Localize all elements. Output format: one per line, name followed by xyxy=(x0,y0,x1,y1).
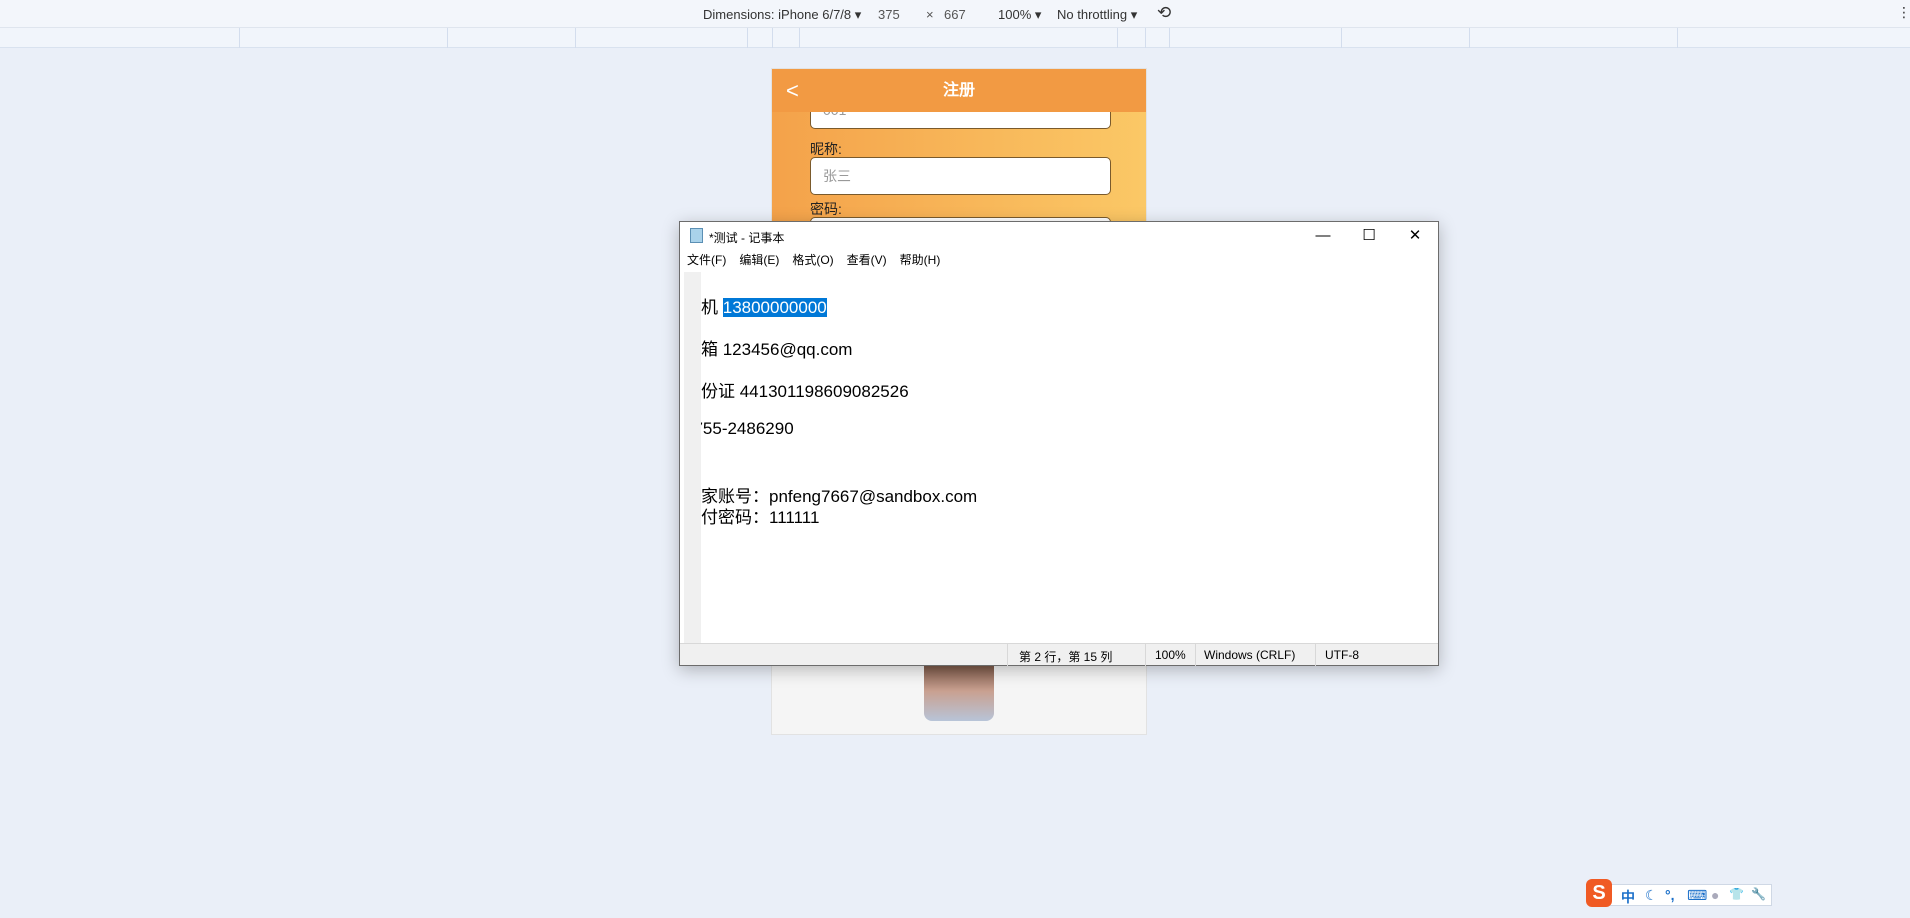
sogou-logo[interactable]: S xyxy=(1586,879,1612,907)
rotate-icon[interactable]: ⟲ xyxy=(1157,3,1171,23)
maximize-button[interactable]: ☐ xyxy=(1346,222,1392,249)
status-bar: 第 2 行，第 15 列 100% Windows (CRLF) UTF-8 xyxy=(680,643,1438,666)
password-label: 密码: xyxy=(810,201,842,217)
menu-help[interactable]: 帮助(H) xyxy=(900,253,941,267)
menu-bar: 文件(F) 编辑(E) 格式(O) 查看(V) 帮助(H) xyxy=(680,249,1438,271)
menu-view[interactable]: 查看(V) xyxy=(847,253,887,267)
zoom-level: 100% xyxy=(1155,648,1186,662)
notepad-window: *测试 - 记事本 — ☐ ✕ 文件(F) 编辑(E) 格式(O) 查看(V) 帮助(H… xyxy=(679,221,1439,666)
ime-toolbar: 中 ☾ °, ⌨ ● 👕 🔧 xyxy=(1598,884,1772,906)
line-ending: Windows (CRLF) xyxy=(1204,648,1296,662)
id-line: 身份证 441301198609082526 xyxy=(684,382,909,401)
device-select[interactable]: Dimensions: iPhone 6/7/8 ▾ xyxy=(703,7,861,23)
text-area[interactable]: 手机 13800000000 邮箱 123456@qq.com 身份证 4413… xyxy=(680,272,1438,643)
encoding: UTF-8 xyxy=(1325,648,1359,662)
close-button[interactable]: ✕ xyxy=(1392,222,1438,249)
settings-icon[interactable]: 🔧 xyxy=(1751,887,1766,901)
title-bar[interactable]: *测试 - 记事本 — ☐ ✕ xyxy=(680,222,1438,249)
times-label: × xyxy=(926,7,934,22)
punctuation-icon[interactable]: °, xyxy=(1665,887,1675,903)
vertical-scrollbar[interactable] xyxy=(684,272,701,643)
selected-text[interactable]: 13800000000 xyxy=(722,298,827,317)
user-icon[interactable]: ● xyxy=(1711,887,1719,903)
width-input[interactable]: 375 xyxy=(878,7,900,22)
throttling-select[interactable]: No throttling ▾ xyxy=(1057,7,1137,23)
skin-icon[interactable]: 👕 xyxy=(1729,887,1744,901)
page-title: 注册 xyxy=(942,82,975,99)
menu-edit[interactable]: 编辑(E) xyxy=(739,253,779,267)
nickname-label: 昵称: xyxy=(810,141,842,157)
keyboard-icon[interactable]: ⌨ xyxy=(1687,887,1707,904)
cursor-position: 第 2 行，第 15 列 xyxy=(1019,650,1113,664)
zoom-select[interactable]: 100% ▾ xyxy=(998,7,1041,23)
media-query-ruler xyxy=(0,28,1910,48)
avatar xyxy=(924,661,994,721)
nav-bar: < 注册 xyxy=(772,69,1146,112)
window-title: *测试 - 记事本 xyxy=(709,231,785,245)
minimize-button[interactable]: — xyxy=(1300,222,1346,249)
menu-file[interactable]: 文件(F) xyxy=(687,253,726,267)
devtools-toolbar: Dimensions: iPhone 6/7/8 ▾ 375 × 667 100… xyxy=(0,0,1910,28)
menu-format[interactable]: 格式(O) xyxy=(792,253,833,267)
height-input[interactable]: 667 xyxy=(944,7,966,22)
email-line: 邮箱 123456@qq.com xyxy=(684,340,853,359)
notepad-icon xyxy=(690,228,703,243)
back-icon[interactable]: < xyxy=(786,69,799,112)
nickname-input[interactable]: 张三 xyxy=(810,157,1111,195)
more-icon[interactable]: ⋮ xyxy=(1897,4,1910,21)
ime-mode[interactable]: 中 xyxy=(1621,887,1635,907)
moon-icon[interactable]: ☾ xyxy=(1645,887,1658,904)
paypwd-line: 支付密码：111111 xyxy=(684,508,820,527)
